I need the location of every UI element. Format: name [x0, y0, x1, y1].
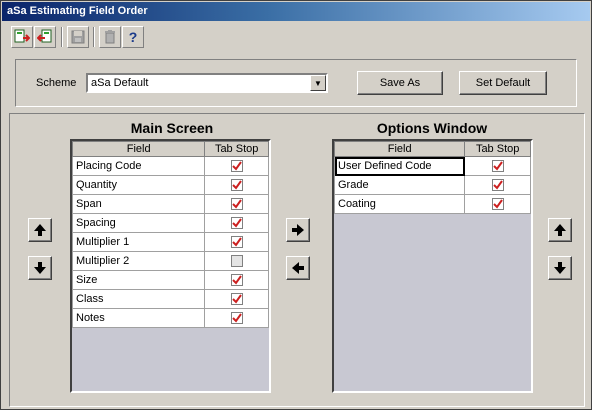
main-screen-title: Main Screen [130, 120, 214, 136]
checkbox-checked-icon [491, 198, 504, 211]
checkbox-checked-icon [230, 236, 243, 249]
scheme-value: aSa Default [91, 77, 149, 89]
help-icon: ? [128, 29, 138, 45]
import-button[interactable] [11, 26, 33, 48]
table-row[interactable]: Coating [334, 194, 531, 214]
checkbox-checked-icon [230, 293, 243, 306]
title-bar: aSa Estimating Field Order [2, 2, 590, 21]
chevron-down-icon[interactable]: ▼ [310, 75, 326, 91]
save-button[interactable] [67, 26, 89, 48]
main-field-header[interactable]: Field [72, 141, 206, 157]
main-tabstop-header[interactable]: Tab Stop [204, 141, 269, 157]
table-row[interactable]: Span [72, 194, 269, 214]
options-field-cell[interactable]: Grade [334, 175, 466, 195]
arrow-left-icon [292, 262, 304, 274]
move-to-main-button[interactable] [286, 256, 310, 280]
delete-button[interactable] [99, 26, 121, 48]
table-row[interactable]: Spacing [72, 213, 269, 233]
main-field-cell[interactable]: Notes [72, 308, 206, 328]
help-button[interactable]: ? [122, 26, 144, 48]
options-window-grid[interactable]: Field Tab Stop User Defined Code Grade Coa… [332, 139, 533, 393]
arrow-down-icon [34, 262, 46, 274]
table-row[interactable]: Multiplier 2 [72, 251, 269, 271]
table-row[interactable]: User Defined Code [334, 156, 531, 176]
table-row[interactable]: Class [72, 289, 269, 309]
arrow-up-icon [554, 224, 566, 236]
delete-icon [105, 30, 115, 44]
options-field-header[interactable]: Field [334, 141, 466, 157]
arrow-down-icon [554, 262, 566, 274]
save-as-button[interactable]: Save As [357, 71, 443, 95]
main-tabstop-checkbox[interactable] [204, 194, 269, 214]
table-row[interactable]: Grade [334, 175, 531, 195]
toolbar: ? [9, 26, 159, 54]
scheme-select[interactable]: aSa Default ▼ [86, 73, 328, 93]
export-icon [37, 29, 52, 43]
options-tabstop-header[interactable]: Tab Stop [464, 141, 531, 157]
options-field-cell[interactable]: User Defined Code [334, 156, 466, 176]
scheme-panel: Scheme aSa Default ▼ Save As Set Default [15, 59, 577, 107]
main-field-cell[interactable]: Multiplier 1 [72, 232, 206, 252]
main-tabstop-checkbox[interactable] [204, 175, 269, 195]
checkbox-checked-icon [230, 274, 243, 287]
options-move-up-button[interactable] [548, 218, 572, 242]
table-row[interactable]: Placing Code [72, 156, 269, 176]
set-default-button[interactable]: Set Default [459, 71, 547, 95]
table-row[interactable]: Size [72, 270, 269, 290]
options-tabstop-checkbox[interactable] [464, 156, 531, 176]
options-window-title: Options Window [376, 120, 488, 136]
arrow-right-icon [292, 224, 304, 236]
table-row[interactable]: Notes [72, 308, 269, 328]
table-row[interactable]: Quantity [72, 175, 269, 195]
checkbox-checked-icon [491, 179, 504, 192]
main-move-down-button[interactable] [28, 256, 52, 280]
field-order-panel: Main Screen Options Window Field Tab Sto… [9, 113, 585, 407]
main-field-cell[interactable]: Size [72, 270, 206, 290]
options-tabstop-checkbox[interactable] [464, 175, 531, 195]
main-field-cell[interactable]: Spacing [72, 213, 206, 233]
options-move-down-button[interactable] [548, 256, 572, 280]
checkbox-checked-icon [230, 198, 243, 211]
main-field-cell[interactable]: Quantity [72, 175, 206, 195]
main-field-cell[interactable]: Multiplier 2 [72, 251, 206, 271]
main-field-cell[interactable]: Class [72, 289, 206, 309]
options-tabstop-checkbox[interactable] [464, 194, 531, 214]
main-tabstop-checkbox[interactable] [204, 213, 269, 233]
import-icon [14, 29, 30, 43]
checkbox-unchecked-icon [230, 255, 243, 268]
main-tabstop-checkbox[interactable] [204, 308, 269, 328]
save-icon [71, 30, 85, 44]
checkbox-checked-icon [230, 160, 243, 173]
main-move-up-button[interactable] [28, 218, 52, 242]
main-tabstop-checkbox[interactable] [204, 232, 269, 252]
checkbox-checked-icon [230, 217, 243, 230]
checkbox-checked-icon [230, 179, 243, 192]
field-order-window: aSa Estimating Field Order ? Scheme aSa … [0, 0, 592, 410]
main-tabstop-checkbox[interactable] [204, 251, 269, 271]
checkbox-checked-icon [230, 312, 243, 325]
table-row[interactable]: Multiplier 1 [72, 232, 269, 252]
options-field-cell[interactable]: Coating [334, 194, 466, 214]
checkbox-checked-icon [491, 160, 504, 173]
main-tabstop-checkbox[interactable] [204, 156, 269, 176]
move-to-options-button[interactable] [286, 218, 310, 242]
main-field-cell[interactable]: Placing Code [72, 156, 206, 176]
main-tabstop-checkbox[interactable] [204, 270, 269, 290]
main-tabstop-checkbox[interactable] [204, 289, 269, 309]
main-field-cell[interactable]: Span [72, 194, 206, 214]
arrow-up-icon [34, 224, 46, 236]
export-button[interactable] [34, 26, 56, 48]
main-screen-grid[interactable]: Field Tab Stop Placing Code Quantity Span S… [70, 139, 271, 393]
scheme-label: Scheme [36, 77, 77, 89]
window-title: aSa Estimating Field Order [7, 5, 148, 17]
